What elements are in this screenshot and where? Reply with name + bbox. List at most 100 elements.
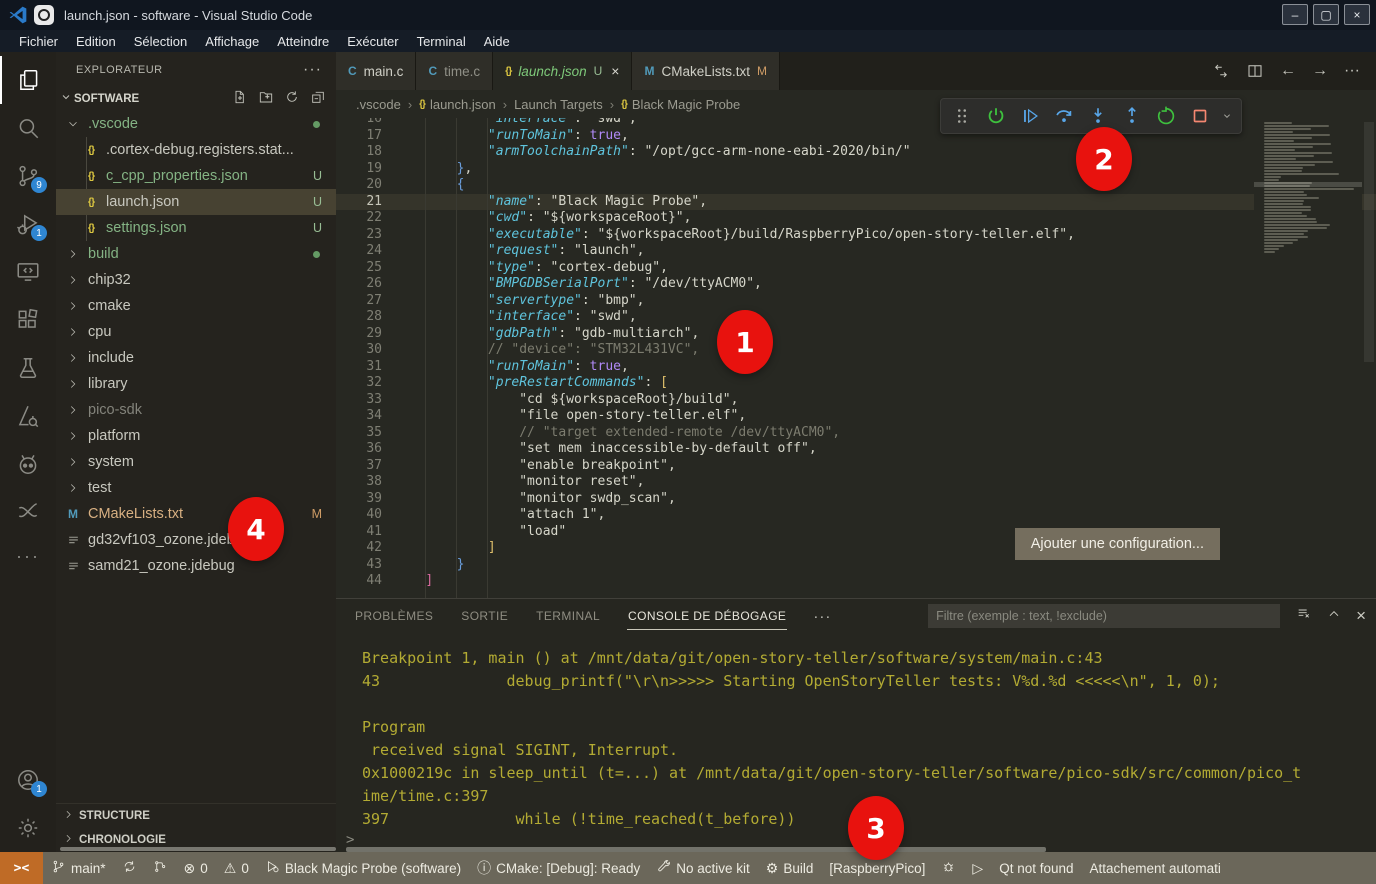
tab-main.c[interactable]: Cmain.c [336,52,416,90]
menu-affichage[interactable]: Affichage [196,34,268,49]
file-tree-item[interactable]: system [56,449,336,475]
activitybar-search[interactable] [0,104,56,152]
open-changes-icon[interactable] [1212,62,1230,80]
refresh-icon[interactable] [284,89,300,110]
panel-horizontal-scrollbar[interactable] [346,847,1046,852]
stop-button[interactable] [1185,101,1215,131]
new-file-icon[interactable] [232,89,248,110]
new-folder-icon[interactable] [258,89,274,110]
activitybar-account[interactable]: 1 [0,756,56,804]
status-graph[interactable] [145,852,176,884]
file-tree-item[interactable]: MCMakeLists.txtM [56,501,336,527]
activitybar-platformio[interactable] [0,440,56,488]
panel-more-icon[interactable]: ··· [813,608,831,625]
file-tree-item[interactable]: platform [56,423,336,449]
status-no-active-kit[interactable]: No active kit [648,852,758,884]
menu-fichier[interactable]: Fichier [10,34,67,49]
activitybar-source-control[interactable]: 9 [0,152,56,200]
status-main-[interactable]: main* [43,852,114,884]
file-tree-item[interactable]: pico-sdk [56,397,336,423]
file-tree-item[interactable]: library [56,371,336,397]
file-tree-item[interactable]: {}.cortex-debug.registers.stat... [56,137,336,163]
add-configuration-button[interactable]: Ajouter une configuration... [1015,528,1220,560]
activitybar-cmake-tools[interactable] [0,392,56,440]
activitybar-remote-explorer[interactable] [0,248,56,296]
panel-tab-terminal[interactable]: TERMINAL [535,603,601,629]
chevron-down-button[interactable] [1219,101,1235,131]
menu-atteindre[interactable]: Atteindre [268,34,338,49]
editor[interactable]: 16 "interface": "swd",17 "runToMain": tr… [336,118,1376,598]
tab-CMakeLists.txt[interactable]: MCMakeLists.txtM [632,52,780,90]
file-tree-item[interactable]: test [56,475,336,501]
file-tree-item[interactable]: {}settings.jsonU [56,215,336,241]
breadcrumb-item[interactable]: {}launch.json [417,97,498,112]
step-over-button[interactable] [1049,101,1079,131]
minimize-button[interactable]: – [1282,4,1308,25]
menu-exécuter[interactable]: Exécuter [338,34,407,49]
close-button[interactable]: × [1344,4,1370,25]
editor-vertical-scrollbar[interactable] [1362,118,1376,598]
status-play[interactable]: ▷ [964,852,991,884]
explorer-more-icon[interactable]: ··· [303,61,322,79]
collapse-all-icon[interactable] [310,89,326,110]
file-tree-item[interactable]: .vscode [56,111,336,137]
workspace-section-title[interactable]: SOFTWARE [74,93,232,105]
status-0[interactable]: ⚠0 [216,852,257,884]
debug-filter-input[interactable]: Filtre (exemple : text, !exclude) [928,604,1280,628]
status-qt-not-found[interactable]: Qt not found [991,852,1081,884]
status-black-magic-probe-softwa[interactable]: Black Magic Probe (software) [257,852,469,884]
file-tree-item[interactable]: {}launch.jsonU [56,189,336,215]
file-tree-item[interactable]: gd32vf103_ozone.jdebug [56,527,336,553]
file-tree-item[interactable]: build [56,241,336,267]
file-tree-item[interactable]: include [56,345,336,371]
status-bug[interactable] [933,852,964,884]
file-tree-item[interactable]: {}c_cpp_properties.jsonU [56,163,336,189]
panel-tab-problèmes[interactable]: PROBLÈMES [354,603,434,629]
pause-continue-button[interactable] [1015,101,1045,131]
chevron-down-icon[interactable] [60,90,72,108]
section-structure[interactable]: STRUCTURE [56,804,336,828]
power-button[interactable] [981,101,1011,131]
breadcrumb-item[interactable]: Launch Targets [512,97,605,112]
activitybar-run-debug[interactable]: 1 [0,200,56,248]
menu-sélection[interactable]: Sélection [125,34,196,49]
menu-edition[interactable]: Edition [67,34,125,49]
menu-terminal[interactable]: Terminal [408,34,475,49]
activitybar-extensions[interactable] [0,296,56,344]
back-icon[interactable]: ← [1280,62,1296,80]
file-tree-item[interactable]: samd21_ozone.jdebug [56,553,336,579]
close-icon[interactable]: × [1356,606,1366,626]
panel-tab-sortie[interactable]: SORTIE [460,603,509,629]
status-attachement-automati[interactable]: Attachement automati [1082,852,1229,884]
menu-aide[interactable]: Aide [475,34,519,49]
step-out-button[interactable] [1117,101,1147,131]
remote-indicator[interactable]: >< [0,852,43,884]
activitybar-explorer[interactable] [0,56,56,104]
activitybar-visual-studio[interactable] [0,488,56,536]
file-tree-item[interactable]: cpu [56,319,336,345]
panel-tab-console-de-débogage[interactable]: CONSOLE DE DÉBOGAGE [627,603,787,630]
status-cmake-debug-ready[interactable]: ⓘCMake: [Debug]: Ready [469,852,648,884]
status-0[interactable]: ⊗0 [176,852,216,884]
breadcrumb-item[interactable]: .vscode [354,97,403,112]
forward-icon[interactable]: → [1312,62,1328,80]
file-tree-item[interactable]: chip32 [56,267,336,293]
split-editor-icon[interactable] [1246,62,1264,80]
activitybar-more-icon[interactable]: ··· [16,536,40,576]
maximize-button[interactable]: ▢ [1313,4,1339,25]
chevron-up-icon[interactable] [1326,606,1342,627]
minimap[interactable] [1254,118,1362,598]
activitybar-settings[interactable] [0,804,56,852]
activitybar-test-beaker[interactable] [0,344,56,392]
restart-button[interactable] [1151,101,1181,131]
status-build[interactable]: ⚙Build [758,852,822,884]
file-tree-item[interactable]: cmake [56,293,336,319]
breadcrumb-item[interactable]: {}Black Magic Probe [619,97,742,112]
status-sync[interactable] [114,852,145,884]
clear-console-icon[interactable] [1296,606,1312,627]
close-icon[interactable]: × [611,63,619,79]
tab-time.c[interactable]: Ctime.c [416,52,493,90]
debug-console[interactable]: Breakpoint 1, main () at /mnt/data/git/o… [336,633,1376,832]
more-icon[interactable]: ··· [1344,62,1360,80]
tab-launch.json[interactable]: {}launch.jsonU× [493,52,632,90]
